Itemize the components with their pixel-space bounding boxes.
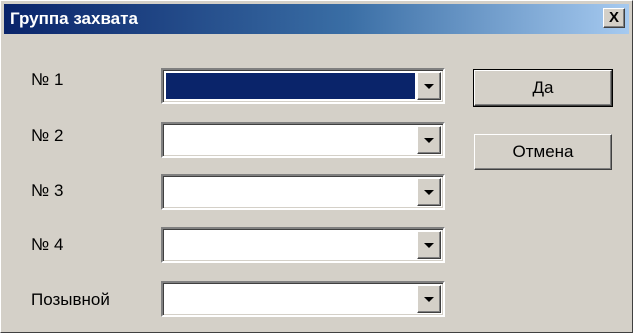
combo-callsign-dropdown-button[interactable] (417, 285, 441, 313)
combo-4[interactable] (161, 227, 445, 263)
ok-button[interactable]: Да (473, 69, 613, 107)
row-label-4: № 4 (31, 235, 64, 254)
combo-callsign[interactable] (161, 281, 445, 317)
chevron-down-icon (424, 243, 434, 248)
close-icon: X (608, 9, 619, 26)
combo-3-value (166, 179, 415, 205)
combo-4-value (166, 232, 415, 258)
combo-callsign-value (166, 286, 415, 312)
close-button[interactable]: X (603, 8, 625, 28)
title-bar[interactable]: Группа захвата X (4, 4, 629, 34)
capture-group-dialog: Группа захвата X № 1 № 2 № 3 № 4 Позывно… (0, 0, 633, 333)
chevron-down-icon (424, 190, 434, 195)
chevron-down-icon (424, 138, 434, 143)
combo-1[interactable] (161, 68, 445, 104)
combo-2-value (166, 127, 415, 153)
row-label-3: № 3 (31, 181, 64, 200)
row-label-2: № 2 (31, 126, 64, 145)
chevron-down-icon (424, 297, 434, 302)
combo-3[interactable] (161, 174, 445, 210)
combo-1-value (166, 73, 415, 99)
chevron-down-icon (424, 84, 434, 89)
window-title: Группа захвата (10, 9, 138, 28)
row-label-callsign: Позывной (31, 290, 110, 309)
combo-3-dropdown-button[interactable] (417, 178, 441, 206)
row-label-1: № 1 (31, 70, 64, 89)
combo-2[interactable] (161, 122, 445, 158)
cancel-button[interactable]: Отмена (474, 134, 612, 170)
combo-4-dropdown-button[interactable] (417, 231, 441, 259)
combo-2-dropdown-button[interactable] (417, 126, 441, 154)
combo-1-dropdown-button[interactable] (417, 72, 441, 100)
